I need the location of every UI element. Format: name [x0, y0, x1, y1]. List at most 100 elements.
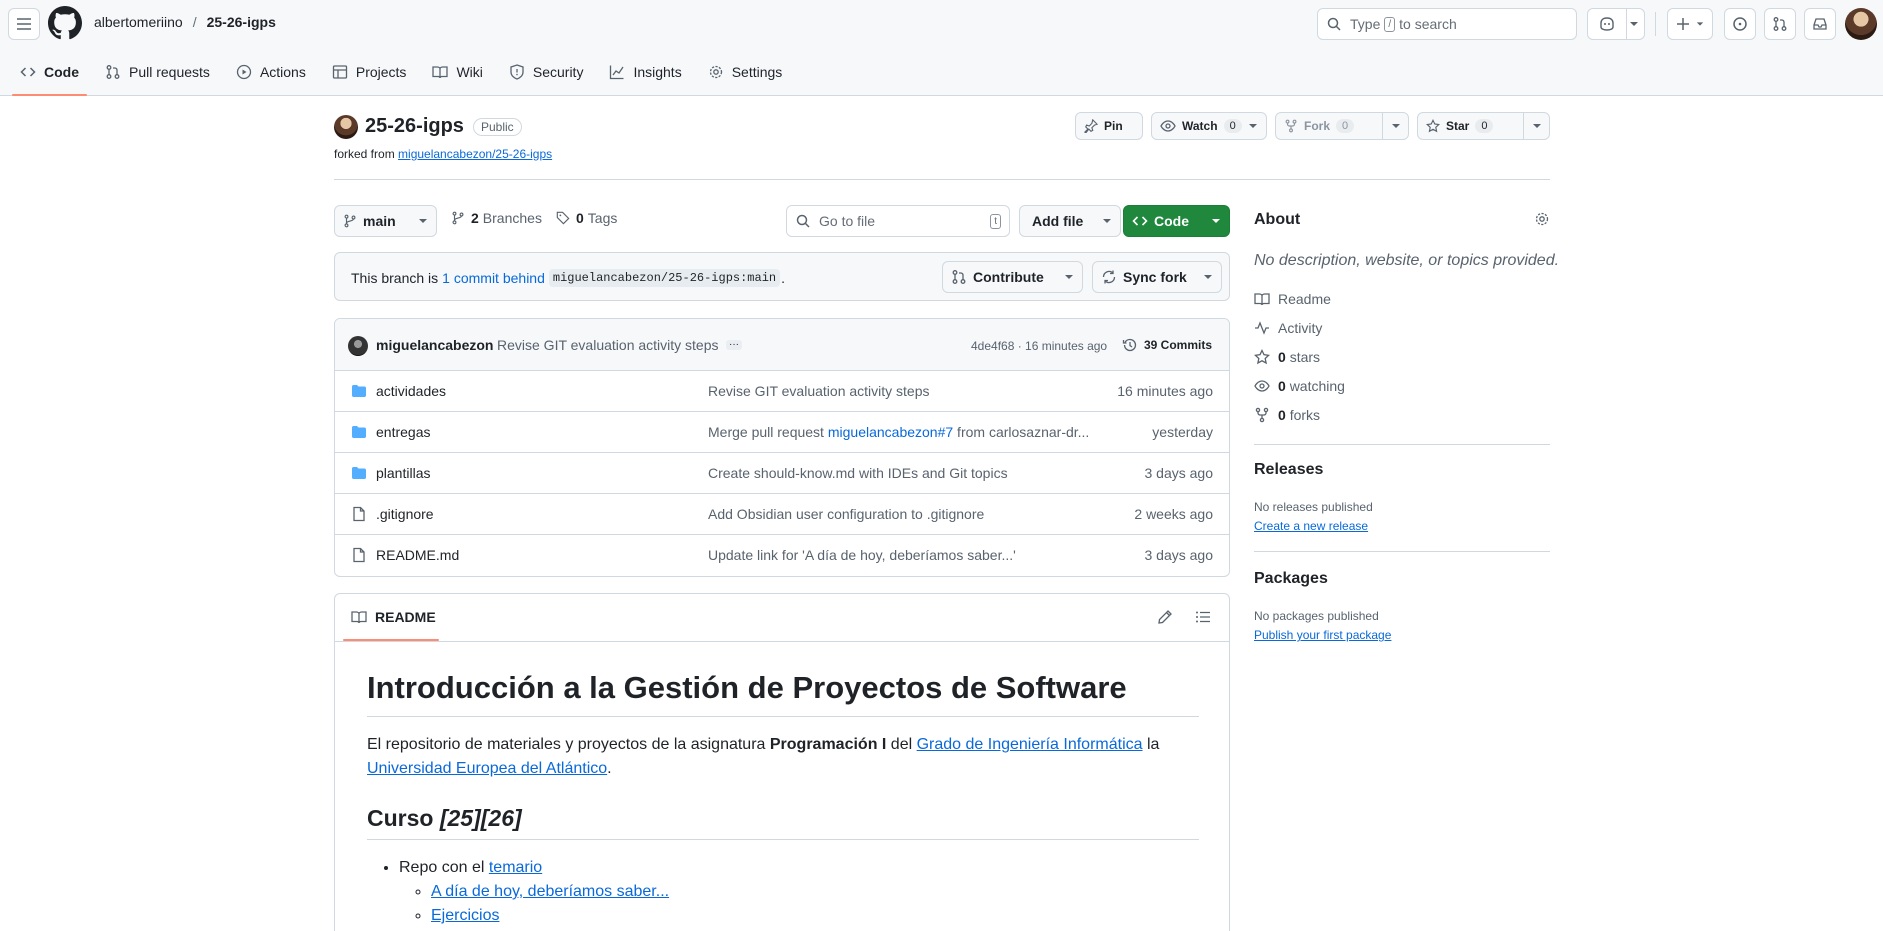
file-commit-message[interactable]: Merge pull request miguelancabezon#7 fro… — [708, 424, 1089, 440]
file-row-entregas[interactable]: entregas Merge pull request miguelancabe… — [335, 412, 1229, 453]
breadcrumb-separator: / — [192, 14, 197, 30]
tab-wiki[interactable]: Wiki — [420, 55, 494, 89]
gear-icon[interactable] — [1534, 211, 1550, 227]
star-button[interactable]: Star 0 — [1417, 112, 1550, 140]
go-to-file-input[interactable]: Go to file t — [786, 205, 1010, 237]
commits-behind-link[interactable]: 1 commit behind — [442, 270, 545, 286]
menu-button[interactable] — [8, 8, 40, 40]
tab-pull-requests[interactable]: Pull requests — [93, 55, 222, 89]
paragraph-text: . — [607, 760, 612, 777]
stars-link[interactable]: 0 stars — [1254, 349, 1320, 365]
branch-icon — [343, 214, 357, 228]
file-row-readme[interactable]: README.md Update link for 'A día de hoy,… — [335, 535, 1229, 576]
chevron-down-icon — [1629, 19, 1639, 29]
watching-link[interactable]: 0 watching — [1254, 378, 1345, 394]
create-new-button[interactable] — [1667, 8, 1713, 40]
readme-link-label: Readme — [1278, 291, 1331, 307]
readme-link[interactable]: Readme — [1254, 291, 1331, 307]
list-unordered-icon[interactable] — [1195, 609, 1211, 625]
tag-icon — [556, 211, 570, 225]
forks-link[interactable]: 0 forks — [1254, 407, 1320, 423]
branches-link[interactable]: 2 Branches — [451, 210, 542, 226]
file-commit-message[interactable]: Revise GIT evaluation activity steps — [708, 383, 930, 399]
add-file-button[interactable]: Add file — [1019, 205, 1121, 237]
commit-history-link[interactable]: 39 Commits — [1122, 337, 1212, 353]
tab-settings[interactable]: Settings — [696, 55, 795, 89]
search-input[interactable]: Type / to search — [1317, 8, 1577, 40]
commit-author-avatar[interactable] — [348, 336, 368, 356]
folder-icon — [351, 424, 367, 440]
pull-request-link[interactable]: miguelancabezon#7 — [828, 424, 953, 440]
file-commit-message[interactable]: Add Obsidian user configuration to .giti… — [708, 506, 984, 522]
pull-request-icon — [1772, 16, 1788, 32]
tab-label: Projects — [355, 64, 407, 80]
file-commit-date: 16 minutes ago — [1117, 383, 1213, 399]
file-commit-date: 3 days ago — [1144, 465, 1214, 481]
go-to-file-placeholder: Go to file — [819, 213, 876, 229]
contribute-label: Contribute — [973, 269, 1044, 285]
file-commit-message[interactable]: Create should-know.md with IDEs and Git … — [708, 465, 1008, 481]
pencil-icon[interactable] — [1157, 609, 1173, 625]
activity-link[interactable]: Activity — [1254, 320, 1322, 336]
syllabus-link[interactable]: temario — [489, 859, 542, 876]
file-name[interactable]: actividades — [376, 383, 446, 399]
github-logo-icon[interactable] — [48, 6, 82, 40]
commit-message[interactable]: Revise GIT evaluation activity steps — [497, 337, 719, 353]
tab-code[interactable]: Code — [8, 55, 91, 96]
tab-actions[interactable]: Actions — [224, 55, 318, 89]
user-avatar[interactable] — [1845, 8, 1877, 40]
file-commit-date: yesterday — [1152, 424, 1213, 440]
file-name[interactable]: entregas — [376, 424, 430, 440]
file-name[interactable]: plantillas — [376, 465, 430, 481]
university-link[interactable]: Universidad Europea del Atlántico — [367, 760, 607, 777]
file-name[interactable]: .gitignore — [376, 506, 434, 522]
pull-requests-button[interactable] — [1764, 8, 1796, 40]
degree-link[interactable]: Grado de Ingeniería Informática — [917, 736, 1143, 753]
file-row-plantillas[interactable]: plantillas Create should-know.md with ID… — [335, 453, 1229, 494]
releases-heading[interactable]: Releases — [1254, 461, 1323, 479]
contribute-button[interactable]: Contribute — [942, 261, 1083, 293]
latest-commit-bar: miguelancabezon Revise GIT evaluation ac… — [335, 319, 1229, 371]
should-know-link[interactable]: A día de hoy, deberíamos saber... — [431, 883, 669, 900]
file-row-gitignore[interactable]: .gitignore Add Obsidian user configurati… — [335, 494, 1229, 535]
repo-owner-avatar[interactable] — [334, 115, 358, 139]
list-item: A día de hoy, deberíamos saber... — [431, 880, 1199, 904]
readme-paragraph: El repositorio de materiales y proyectos… — [367, 733, 1199, 781]
inbox-button[interactable] — [1804, 8, 1836, 40]
commit-hash-time[interactable]: 4de4f68 · 16 minutes ago — [971, 339, 1107, 353]
file-name[interactable]: README.md — [376, 547, 459, 563]
tags-link[interactable]: 0 Tags — [556, 210, 617, 226]
fork-dropdown[interactable] — [1382, 113, 1408, 139]
create-release-link[interactable]: Create a new release — [1254, 519, 1368, 533]
branch-selector[interactable]: main — [334, 205, 437, 237]
tab-projects[interactable]: Projects — [320, 55, 419, 89]
commit-expand-button[interactable]: ··· — [726, 340, 742, 350]
exercises-link[interactable]: Ejercicios — [431, 907, 499, 924]
packages-heading[interactable]: Packages — [1254, 570, 1328, 588]
tab-insights[interactable]: Insights — [597, 55, 693, 89]
sync-fork-button[interactable]: Sync fork — [1092, 261, 1222, 293]
status-prefix: This branch is — [351, 270, 439, 286]
file-commit-message[interactable]: Update link for 'A día de hoy, deberíamo… — [708, 547, 1016, 563]
pin-label: Pin — [1104, 119, 1123, 133]
watch-button[interactable]: Watch 0 — [1151, 112, 1267, 140]
tab-security[interactable]: Security — [497, 55, 596, 89]
repo-title[interactable]: 25-26-igps — [365, 115, 464, 138]
visibility-badge: Public — [473, 118, 522, 136]
readme-tab[interactable]: README — [351, 609, 436, 625]
breadcrumb-owner[interactable]: albertomeriino — [94, 14, 183, 30]
issues-button[interactable] — [1724, 8, 1756, 40]
publish-package-link[interactable]: Publish your first package — [1254, 628, 1391, 642]
fork-button[interactable]: Fork 0 — [1275, 112, 1409, 140]
copilot-button[interactable] — [1587, 8, 1645, 40]
book-icon — [432, 64, 449, 80]
table-icon — [332, 64, 348, 80]
breadcrumb-repo[interactable]: 25-26-igps — [207, 14, 276, 30]
commit-author[interactable]: miguelancabezon — [376, 337, 493, 353]
file-row-actividades[interactable]: actividades Revise GIT evaluation activi… — [335, 371, 1229, 412]
pin-button[interactable]: Pin — [1075, 112, 1143, 140]
watch-count: 0 — [1223, 119, 1242, 133]
forked-from-link[interactable]: miguelancabezon/25-26-igps — [398, 147, 552, 161]
star-dropdown[interactable] — [1523, 113, 1549, 139]
code-button[interactable]: Code — [1123, 205, 1230, 237]
